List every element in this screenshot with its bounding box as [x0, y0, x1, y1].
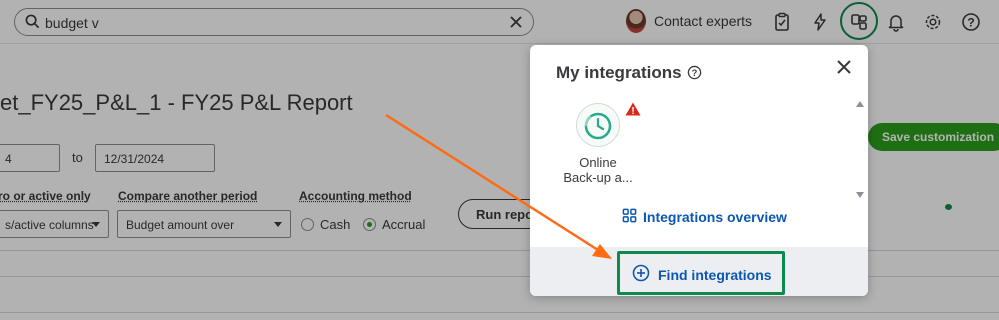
warning-icon: ! [625, 102, 641, 121]
integrations-title: My integrations [556, 63, 682, 82]
integrations-overview-link[interactable]: Integrations overview [622, 208, 787, 226]
scroll-down-arrow[interactable] [856, 192, 864, 198]
help-icon[interactable]: ? [687, 65, 702, 85]
svg-text:?: ? [692, 68, 698, 78]
integrations-panel: My integrations ? ! Online Back-up a... … [530, 45, 868, 296]
panel-footer: Find integrations [530, 247, 868, 296]
backup-app-icon: ! [576, 102, 641, 147]
find-integrations-label: Find integrations [658, 266, 772, 283]
find-integrations-link[interactable]: Find integrations [632, 264, 772, 285]
integration-tile[interactable]: ! Online Back-up a... [560, 102, 641, 185]
grid-icon [622, 208, 637, 226]
svg-text:!: ! [631, 106, 634, 116]
integrations-overview-label: Integrations overview [643, 209, 787, 225]
integration-name: Online Back-up a... [563, 155, 633, 185]
close-icon[interactable] [836, 59, 852, 80]
scroll-up-arrow[interactable] [856, 101, 864, 107]
find-integrations-highlight: Find integrations [617, 251, 785, 295]
plus-circle-icon [632, 264, 650, 285]
